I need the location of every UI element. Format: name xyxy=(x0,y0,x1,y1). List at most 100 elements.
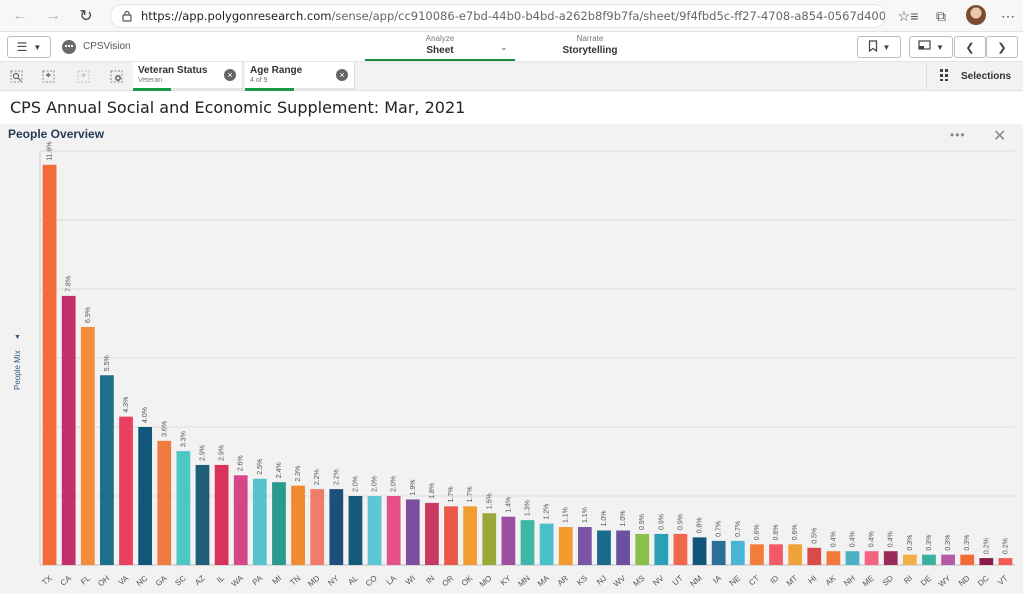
bar-ca[interactable] xyxy=(61,295,76,565)
step-back-icon[interactable] xyxy=(39,67,57,85)
bar-or[interactable] xyxy=(444,506,458,565)
close-icon[interactable]: × xyxy=(224,69,236,81)
x-tick-label-co: CO xyxy=(364,574,379,589)
bar-mt[interactable] xyxy=(788,544,803,565)
selection-chip-veteran-status[interactable]: Veteran Status Veteran × xyxy=(133,62,243,91)
bar-oh[interactable] xyxy=(100,375,114,565)
step-forward-icon[interactable] xyxy=(74,67,92,85)
url-path: /sense/app/cc910086-e7bd-44b0-b4bd-a262b… xyxy=(331,9,886,23)
bar-ma[interactable] xyxy=(539,523,554,565)
bar-nm[interactable] xyxy=(692,537,707,565)
bar-nv[interactable] xyxy=(654,533,669,565)
data-label-ma: 1.2% xyxy=(544,504,551,520)
bar-nc[interactable] xyxy=(138,427,153,565)
bar-ak[interactable] xyxy=(826,551,841,565)
bar-sd[interactable] xyxy=(883,551,898,565)
data-label-or: 1.7% xyxy=(448,486,455,502)
bar-wy[interactable] xyxy=(941,554,955,565)
bar-ne[interactable] xyxy=(730,540,745,565)
bar-ri[interactable] xyxy=(902,554,917,565)
bar-nd[interactable] xyxy=(960,554,975,565)
x-tick-label-me: ME xyxy=(861,574,876,589)
selections-tool-button[interactable]: Selections xyxy=(926,62,1023,91)
bar-fl[interactable] xyxy=(80,326,95,565)
bar-az[interactable] xyxy=(195,464,210,565)
next-sheet-button[interactable]: ❯ xyxy=(986,36,1018,58)
x-tick-label-nv: NV xyxy=(651,573,666,587)
data-label-tn: 2.3% xyxy=(295,466,302,482)
bookmark-button[interactable]: ▼ xyxy=(857,36,901,58)
previous-sheet-button[interactable]: ❮ xyxy=(954,36,986,58)
bar-mo[interactable] xyxy=(482,513,497,565)
profile-avatar[interactable] xyxy=(966,5,986,25)
close-icon[interactable]: × xyxy=(336,69,348,81)
bar-ut[interactable] xyxy=(673,533,688,565)
back-icon[interactable]: ← xyxy=(10,6,30,26)
bar-de[interactable] xyxy=(922,554,936,565)
selection-chip-age-range[interactable]: Age Range 4 of 9 × xyxy=(245,62,355,91)
bar-ia[interactable] xyxy=(711,540,726,565)
sheet-button[interactable]: ▼ xyxy=(909,36,953,58)
bar-ct[interactable] xyxy=(750,544,764,565)
chip-selection-bar xyxy=(133,88,242,91)
x-tick-label-sc: SC xyxy=(173,574,187,588)
main-menu-button[interactable]: ☰ ▼ xyxy=(7,36,51,58)
bar-in[interactable] xyxy=(425,502,439,565)
favorites-list-icon[interactable]: ☆≡ xyxy=(898,6,919,26)
bar-me[interactable] xyxy=(864,551,879,565)
bar-va[interactable] xyxy=(119,416,133,565)
data-label-co: 2.0% xyxy=(372,476,379,492)
address-bar[interactable]: https://app.polygonresearch.com/sense/ap… xyxy=(110,4,886,28)
bar-ok[interactable] xyxy=(463,506,478,565)
bar-ga[interactable] xyxy=(157,440,172,565)
x-tick-label-pa: PA xyxy=(251,573,265,587)
forward-icon[interactable]: → xyxy=(43,6,63,26)
bar-pa[interactable] xyxy=(252,478,267,565)
collections-icon[interactable]: ⧉ xyxy=(931,6,951,26)
bar-nh[interactable] xyxy=(845,551,860,565)
bar-ks[interactable] xyxy=(577,527,592,565)
data-label-nh: 0.4% xyxy=(850,531,857,547)
bar-ny[interactable] xyxy=(329,489,344,565)
bar-tx[interactable] xyxy=(42,164,57,566)
data-label-in: 1.8% xyxy=(429,483,436,499)
x-tick-label-tn: TN xyxy=(288,573,302,587)
chevron-down-icon[interactable]: ⌄ xyxy=(500,42,508,53)
x-tick-label-la: LA xyxy=(385,573,399,587)
bar-wa[interactable] xyxy=(233,475,248,565)
data-label-ne: 0.7% xyxy=(735,521,742,537)
tab-analyze[interactable]: Analyze Sheet xyxy=(365,32,515,61)
clear-selections-icon[interactable] xyxy=(107,67,125,85)
bar-dc[interactable] xyxy=(979,558,994,565)
x-tick-label-wy: WY xyxy=(937,573,953,589)
tab-narrate[interactable]: Narrate Storytelling xyxy=(540,32,640,61)
bookmark-icon xyxy=(868,39,878,55)
bar-mi[interactable] xyxy=(272,482,286,565)
bar-mn[interactable] xyxy=(520,520,535,565)
chevron-down-icon: ▼ xyxy=(936,42,944,52)
bar-wi[interactable] xyxy=(405,499,420,565)
bar-al[interactable] xyxy=(348,496,363,565)
bar-ky[interactable] xyxy=(501,516,516,565)
reload-icon[interactable]: ↻ xyxy=(76,6,96,26)
bar-wv[interactable] xyxy=(616,530,630,566)
bar-tn[interactable] xyxy=(291,485,305,565)
bar-hi[interactable] xyxy=(807,547,822,565)
smart-search-icon[interactable] xyxy=(7,67,25,85)
x-tick-label-hi: HI xyxy=(807,574,819,586)
x-tick-label-ma: MA xyxy=(536,573,551,588)
bar-md[interactable] xyxy=(310,489,325,565)
tab-analyze-label: Sheet xyxy=(426,45,454,56)
bar-sc[interactable] xyxy=(176,451,191,565)
data-label-ny: 2.2% xyxy=(333,469,340,485)
bar-vt[interactable] xyxy=(998,558,1013,565)
bar-ar[interactable] xyxy=(558,527,573,565)
bar-nj[interactable] xyxy=(597,530,611,566)
bar-la[interactable] xyxy=(386,496,401,565)
bar-ms[interactable] xyxy=(635,533,650,565)
bar-co[interactable] xyxy=(367,496,382,565)
bar-id[interactable] xyxy=(769,544,783,565)
bar-il[interactable] xyxy=(214,464,229,565)
data-label-mt: 0.6% xyxy=(792,524,799,540)
more-menu-icon[interactable]: ⋯ xyxy=(998,6,1018,26)
